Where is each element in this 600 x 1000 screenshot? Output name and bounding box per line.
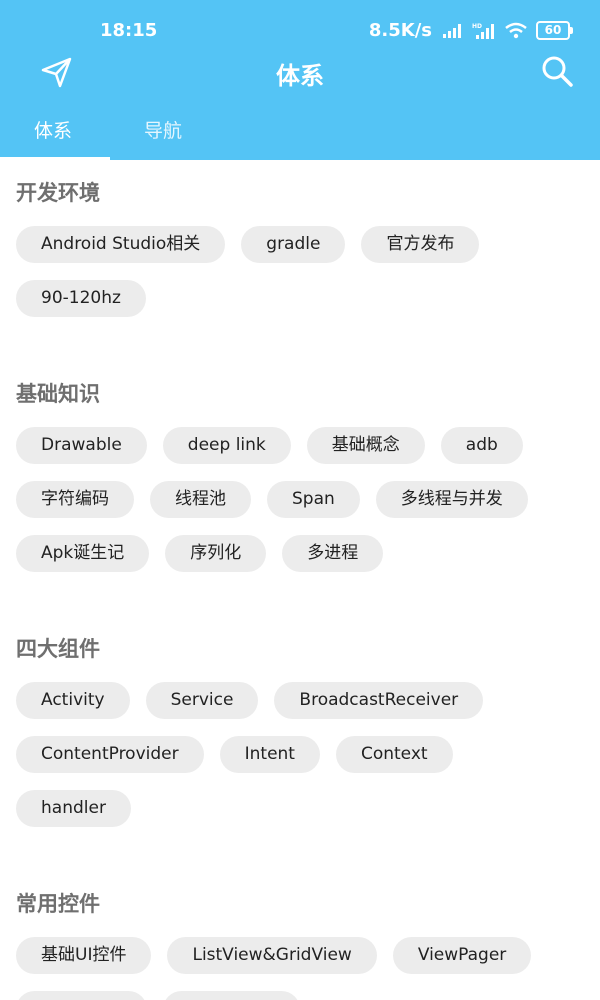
- chip[interactable]: Drawable: [16, 427, 147, 464]
- chip-group-basics: Drawable deep link 基础概念 adb 字符编码 线程池 Spa…: [0, 427, 576, 572]
- chip[interactable]: Intent: [219, 736, 320, 773]
- chip[interactable]: deep link: [162, 427, 291, 464]
- chip[interactable]: 多线程与并发: [375, 481, 528, 518]
- chip[interactable]: ScrollView: [163, 991, 301, 1000]
- chip[interactable]: 序列化: [165, 535, 267, 572]
- section-title: 常用控件: [16, 892, 100, 916]
- chip[interactable]: handler: [16, 790, 131, 827]
- tab-system[interactable]: 体系: [34, 116, 72, 143]
- network-speed: 8.5K/s: [368, 20, 432, 41]
- chip[interactable]: ContentProvider: [16, 736, 204, 773]
- chip[interactable]: ListView&GridView: [167, 937, 377, 974]
- signal-hd-icon: HD: [472, 23, 494, 39]
- chip[interactable]: Android Studio相关: [16, 226, 226, 263]
- chip-group-components: Activity Service BroadcastReceiver Conte…: [0, 682, 576, 827]
- section-title: 开发环境: [16, 181, 100, 205]
- chip[interactable]: Context: [335, 736, 453, 773]
- chip-group-dev-env: Android Studio相关 gradle 官方发布 90-120hz: [0, 226, 576, 317]
- toolbar: 体系: [0, 50, 600, 95]
- content-list[interactable]: 开发环境 Android Studio相关 gradle 官方发布 90-120…: [0, 160, 600, 1000]
- section-components: 四大组件: [0, 616, 600, 682]
- section-basics: 基础知识: [0, 361, 600, 427]
- chip[interactable]: Fragment: [16, 991, 148, 1000]
- tab-bar: 体系 导航: [0, 108, 600, 160]
- chip[interactable]: Apk诞生记: [16, 535, 150, 572]
- status-bar: 18:15 8.5K/s HD 60: [0, 0, 600, 50]
- chip[interactable]: ViewPager: [392, 937, 532, 974]
- search-icon[interactable]: [540, 54, 574, 88]
- signal-icon: [443, 23, 461, 38]
- section-widgets: 常用控件: [0, 871, 600, 937]
- chip[interactable]: 90-120hz: [16, 280, 146, 317]
- tab-navigation[interactable]: 导航: [144, 116, 182, 143]
- svg-text:HD: HD: [472, 23, 482, 30]
- chip[interactable]: Activity: [16, 682, 130, 719]
- chip-group-widgets: 基础UI控件 ListView&GridView ViewPager Fragm…: [0, 937, 576, 1000]
- status-time: 18:15: [100, 20, 158, 41]
- section-title: 四大组件: [16, 637, 100, 661]
- chip[interactable]: 官方发布: [361, 226, 480, 263]
- chip[interactable]: BroadcastReceiver: [274, 682, 484, 719]
- page-title: 体系: [276, 62, 324, 90]
- battery-icon: 60: [536, 21, 573, 40]
- chip[interactable]: 线程池: [150, 481, 251, 518]
- chip[interactable]: 字符编码: [16, 481, 134, 518]
- chip[interactable]: gradle: [241, 226, 346, 263]
- chip[interactable]: 多进程: [282, 535, 384, 572]
- wifi-icon: [505, 22, 527, 38]
- chip[interactable]: Service: [145, 682, 259, 719]
- app-bar: 18:15 8.5K/s HD 60 体系 体系 导航: [0, 0, 600, 160]
- chip[interactable]: adb: [440, 427, 523, 464]
- section-title: 基础知识: [16, 382, 100, 406]
- chip[interactable]: 基础UI控件: [16, 937, 152, 974]
- status-indicators: 8.5K/s HD 60: [368, 20, 573, 41]
- chip[interactable]: 基础概念: [306, 427, 425, 464]
- chip[interactable]: Span: [267, 481, 360, 518]
- section-dev-env: 开发环境: [0, 160, 600, 226]
